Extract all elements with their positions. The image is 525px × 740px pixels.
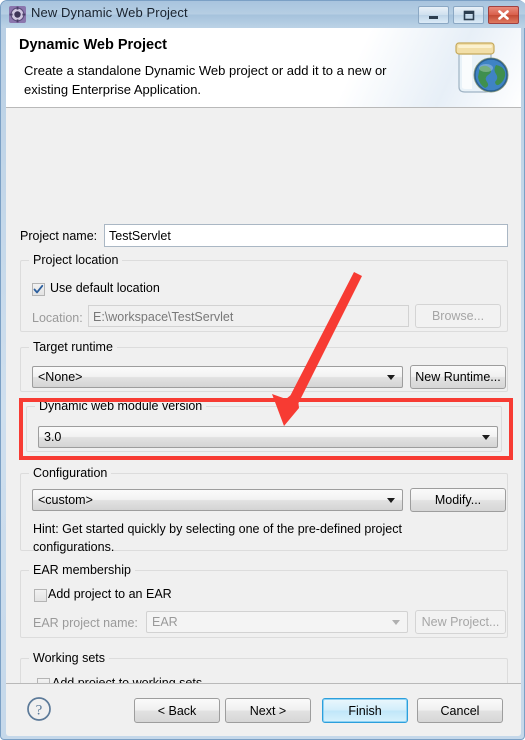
help-circle-icon[interactable]: ? [26, 696, 52, 722]
browse-button: Browse... [415, 304, 501, 328]
dialog-body: Project name: TestServlet Project locati… [6, 108, 521, 731]
use-default-location-label: Use default location [50, 281, 160, 295]
configuration-hint: Hint: Get started quickly by selecting o… [33, 522, 402, 554]
gear-icon [9, 6, 26, 23]
project-name-label: Project name: [20, 229, 98, 243]
cancel-button[interactable]: Cancel [417, 698, 503, 723]
target-runtime-value: <None> [38, 370, 83, 384]
title-bar: New Dynamic Web Project [1, 1, 525, 28]
configuration-group-title: Configuration [29, 466, 112, 480]
working-sets-group-title: Working sets [29, 651, 110, 665]
page-description: Create a standalone Dynamic Web project … [24, 63, 387, 97]
configuration-value: <custom> [38, 493, 93, 507]
chevron-down-icon [482, 435, 490, 440]
target-runtime-group-title: Target runtime [29, 340, 117, 354]
configuration-combo[interactable]: <custom> [32, 489, 403, 511]
window-title: New Dynamic Web Project [31, 5, 188, 20]
ear-project-name-combo: EAR [146, 611, 408, 633]
location-label: Location: [32, 311, 83, 325]
dialog-footer: ? < Back Next > Finish Cancel [6, 684, 521, 736]
ear-membership-group-title: EAR membership [29, 563, 135, 577]
maximize-button[interactable] [453, 6, 484, 24]
dialog-window: New Dynamic Web Project Dynamic Web Proj… [0, 0, 525, 740]
next-button[interactable]: Next > [225, 698, 311, 723]
page-title: Dynamic Web Project [19, 37, 168, 53]
close-button[interactable] [488, 6, 519, 24]
ear-project-name-value: EAR [152, 615, 178, 629]
dynamic-web-module-version-combo[interactable]: 3.0 [38, 426, 498, 448]
project-name-input[interactable]: TestServlet [104, 224, 508, 247]
back-button[interactable]: < Back [134, 698, 220, 723]
minimize-button[interactable] [418, 6, 449, 24]
chevron-down-icon [387, 375, 395, 380]
dialog-header: Dynamic Web Project Create a standalone … [6, 28, 521, 108]
location-input: E:\workspace\TestServlet [88, 305, 409, 327]
add-project-to-ear-label: Add project to an EAR [48, 587, 172, 601]
ear-project-name-label: EAR project name: [33, 616, 138, 630]
chevron-down-icon [392, 620, 400, 625]
new-runtime-button[interactable]: New Runtime... [410, 365, 506, 389]
dynamic-web-module-version-group-title: Dynamic web module version [35, 399, 207, 413]
finish-button[interactable]: Finish [322, 698, 408, 723]
chevron-down-icon [387, 498, 395, 503]
use-default-location-checkbox[interactable] [32, 283, 45, 296]
jar-and-globe-icon [441, 35, 516, 101]
modify-button[interactable]: Modify... [410, 488, 506, 512]
add-project-to-ear-checkbox[interactable] [34, 589, 47, 602]
new-project-button: New Project... [415, 610, 506, 634]
dynamic-web-module-version-value: 3.0 [44, 430, 62, 444]
target-runtime-combo[interactable]: <None> [32, 366, 403, 388]
svg-text:?: ? [36, 703, 43, 719]
project-location-group-title: Project location [29, 253, 123, 267]
